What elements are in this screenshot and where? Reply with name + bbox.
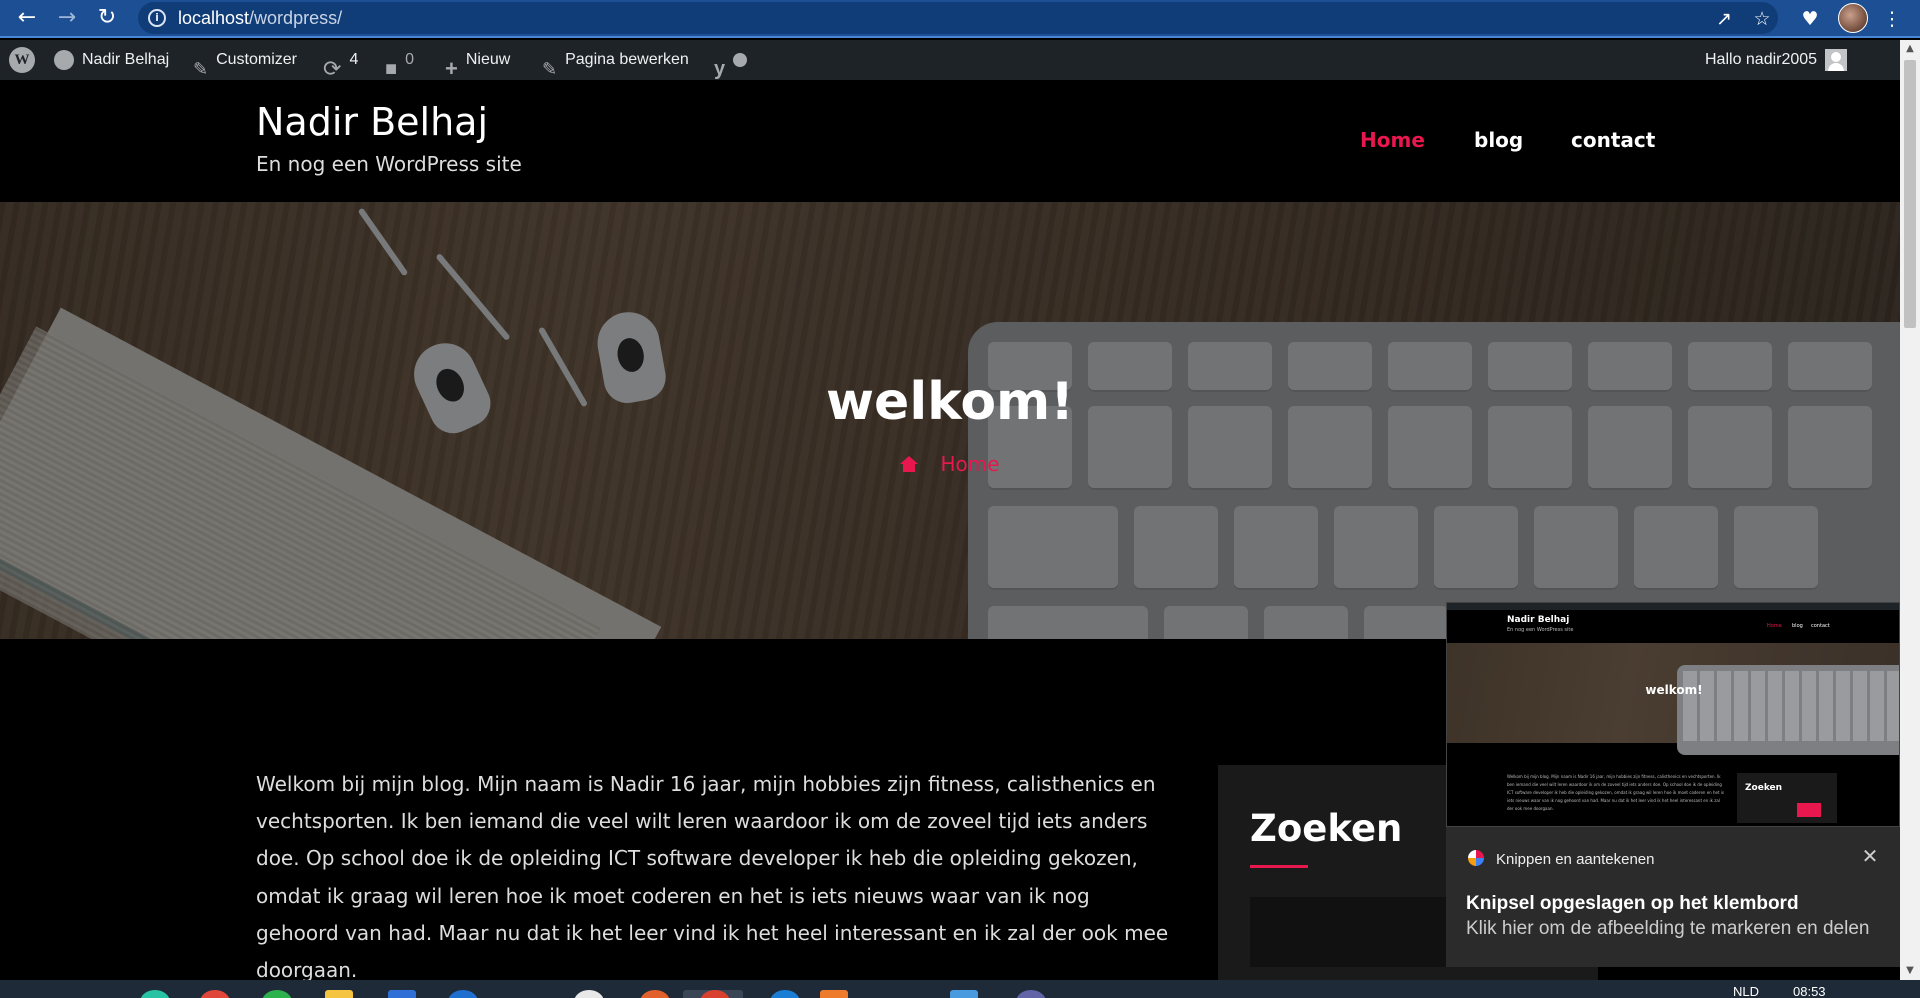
profile-avatar[interactable] xyxy=(1838,3,1868,33)
dashboard-icon xyxy=(54,49,74,70)
notification-app-name: Knippen en aantekenen xyxy=(1496,851,1655,868)
adminbar-my-account[interactable]: Hallo nadir2005 xyxy=(1705,40,1848,80)
site-header: Nadir Belhaj En nog een WordPress site H… xyxy=(0,80,1900,202)
adminbar-comments[interactable]: ■ 0 xyxy=(385,40,414,80)
scrollbar-thumb[interactable] xyxy=(1904,60,1916,328)
share-icon[interactable]: ↗ xyxy=(1710,5,1738,33)
yoast-icon: y xyxy=(714,57,726,80)
notification-title: Knipsel opgeslagen op het klembord xyxy=(1466,893,1799,914)
page-content: Welkom bij mijn blog. Mijn naam is Nadir… xyxy=(256,772,1169,983)
pencil-icon: ✎ xyxy=(542,58,558,79)
taskbar-app-icon[interactable] xyxy=(262,990,292,998)
site-title[interactable]: Nadir Belhaj xyxy=(256,100,488,144)
home-icon[interactable] xyxy=(900,456,919,472)
taskbar-language[interactable]: NLD xyxy=(1733,984,1759,998)
close-icon[interactable]: ✕ xyxy=(1856,843,1884,871)
adminbar-updates[interactable]: ⟳ 4 xyxy=(323,40,358,81)
extensions-icon[interactable]: ♥ xyxy=(1796,5,1824,33)
hero-banner: welkom! Home xyxy=(0,202,1900,639)
snip-preview-thumbnail[interactable]: Nadir Belhaj En nog een WordPress site H… xyxy=(1446,602,1900,827)
snip-notification[interactable]: Knippen en aantekenen ✕ Knipsel opgeslag… xyxy=(1446,827,1900,967)
plus-icon: + xyxy=(445,55,458,81)
wordpress-logo-icon[interactable] xyxy=(9,47,35,73)
browser-menu-icon[interactable]: ⋮ xyxy=(1878,5,1906,33)
widget-title: Zoeken xyxy=(1250,807,1403,850)
taskbar-app-icon[interactable] xyxy=(640,990,670,998)
taskbar-app-icon[interactable] xyxy=(950,990,978,998)
breadcrumb-home[interactable]: Home xyxy=(940,452,999,476)
notification-body: Klik hier om de afbeelding te markeren e… xyxy=(1466,918,1870,939)
taskbar-app-icon[interactable] xyxy=(200,990,230,998)
browser-toolbar: ← → ↻ i localhost/wordpress/ ↗ ☆ ♥ ⋮ xyxy=(0,0,1920,38)
taskbar-clock[interactable]: 08:53 xyxy=(1793,984,1826,998)
user-avatar-icon xyxy=(1825,48,1848,71)
site-info-icon[interactable]: i xyxy=(148,9,166,27)
brush-icon: ✎ xyxy=(193,58,209,79)
reload-icon[interactable]: ↻ xyxy=(92,3,122,33)
taskbar-app-icon[interactable] xyxy=(574,990,604,998)
comment-icon: ■ xyxy=(385,57,398,80)
menu-item-contact[interactable]: contact xyxy=(1571,128,1655,152)
taskbar-app-icon[interactable] xyxy=(140,990,170,998)
adminbar-new[interactable]: + Nieuw xyxy=(445,40,510,81)
taskbar-app-icon[interactable] xyxy=(770,990,800,998)
breadcrumb: Home xyxy=(0,452,1900,476)
adminbar-yoast[interactable]: y xyxy=(714,40,748,80)
scroll-up-icon[interactable]: ▲ xyxy=(1900,40,1920,58)
windows-taskbar: NLD 08:53 xyxy=(0,980,1920,998)
page-scrollbar[interactable]: ▲ ▼ xyxy=(1900,40,1920,980)
url-text[interactable]: localhost/wordpress/ xyxy=(178,8,342,29)
screen: ← → ↻ i localhost/wordpress/ ↗ ☆ ♥ ⋮ Nad… xyxy=(0,0,1920,998)
adminbar-site-name[interactable]: Nadir Belhaj xyxy=(54,40,169,80)
taskbar-folder-icon[interactable] xyxy=(325,990,353,998)
taskbar-app-icon[interactable] xyxy=(1016,990,1046,998)
taskbar-app-icon[interactable] xyxy=(448,990,478,998)
taskbar-app-icon[interactable] xyxy=(388,990,416,998)
address-bar[interactable]: i localhost/wordpress/ xyxy=(138,2,1778,34)
widget-title-underline xyxy=(1250,865,1308,868)
menu-item-home[interactable]: Home xyxy=(1360,128,1425,152)
scroll-down-icon[interactable]: ▼ xyxy=(1900,962,1920,980)
adminbar-customizer[interactable]: ✎ Customizer xyxy=(193,40,297,80)
hero-title: welkom! xyxy=(826,372,1074,432)
snip-app-icon xyxy=(1468,850,1484,866)
site-tagline: En nog een WordPress site xyxy=(256,152,522,176)
menu-item-blog[interactable]: blog xyxy=(1474,128,1523,152)
back-icon[interactable]: ← xyxy=(12,3,42,33)
seo-score-dot-icon xyxy=(733,52,748,67)
wp-admin-bar: Nadir Belhaj ✎Customizer ⟳4 ■0 +Nieuw ✎P… xyxy=(0,40,1900,81)
bookmark-star-icon[interactable]: ☆ xyxy=(1748,5,1776,33)
forward-icon[interactable]: → xyxy=(52,3,82,33)
taskbar-app-icon[interactable] xyxy=(820,990,848,998)
adminbar-edit-page[interactable]: ✎ Pagina bewerken xyxy=(542,40,689,80)
updates-icon: ⟳ xyxy=(323,55,342,81)
